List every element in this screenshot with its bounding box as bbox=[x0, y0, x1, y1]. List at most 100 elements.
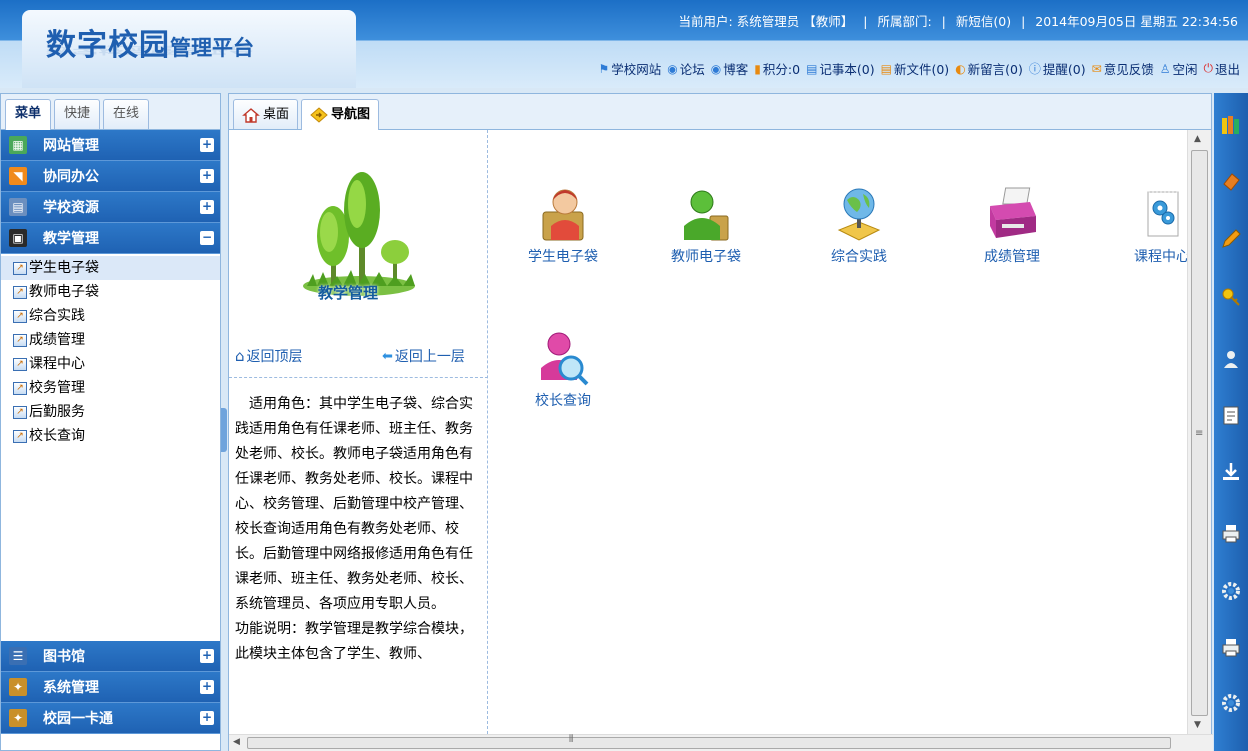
school-site-link[interactable]: ⚑ 学校网站 bbox=[599, 59, 662, 78]
app-practice[interactable]: 综合实践 bbox=[804, 186, 914, 266]
back-to-top-link[interactable]: ⌂ 返回顶层 bbox=[235, 346, 303, 366]
back-up-link[interactable]: ⬅ 返回上一层 bbox=[382, 346, 465, 366]
scroll-up-icon[interactable]: ▲ bbox=[1194, 134, 1201, 144]
resource-icon: ▤ bbox=[9, 198, 27, 216]
expand-icon[interactable]: + bbox=[200, 649, 214, 663]
vertical-scrollbar[interactable]: ▲ ≡ ▼ bbox=[1187, 130, 1211, 734]
submenu-item[interactable]: ↗ 学生电子袋 bbox=[1, 256, 220, 280]
points-icon: ▮ bbox=[754, 61, 761, 76]
trees-illustration bbox=[303, 172, 415, 296]
reminder-link[interactable]: ⓘ 提醒(0) bbox=[1029, 59, 1086, 78]
department-label: 所属部门: bbox=[877, 14, 932, 29]
app-teacher-portfolio[interactable]: 教师电子袋 bbox=[651, 186, 761, 266]
users-icon[interactable] bbox=[1219, 347, 1243, 371]
sms-link[interactable]: 新短信(0) bbox=[956, 14, 1011, 29]
folder-icon: ↗ bbox=[13, 285, 27, 299]
description-function: 功能说明：教学管理是教学综合模块，此模块主体包含了学生、教师、 bbox=[235, 621, 473, 662]
system-icon: ✦ bbox=[9, 678, 27, 696]
right-toolbar bbox=[1214, 93, 1248, 751]
collapse-icon[interactable]: − bbox=[200, 231, 214, 245]
user-search-icon bbox=[541, 332, 589, 386]
module-info-panel: 教学管理 ⌂ 返回顶层 ⬅ 返回上一层 适用角色：其中学生电子袋、综合实践适用角… bbox=[229, 130, 488, 734]
idle-link[interactable]: ♙ 空闲 bbox=[1160, 59, 1198, 78]
submenu-item[interactable]: ↗ 校务管理 bbox=[13, 376, 220, 400]
teaching-icon: ▣ bbox=[9, 229, 27, 247]
notebook-link[interactable]: ▤ 记事本(0) bbox=[806, 59, 875, 78]
books-icon[interactable] bbox=[1219, 113, 1243, 137]
folder-icon: ↗ bbox=[13, 309, 27, 323]
app-student-portfolio[interactable]: 学生电子袋 bbox=[508, 186, 618, 266]
folder-icon: ↗ bbox=[13, 357, 27, 371]
expand-icon[interactable]: + bbox=[200, 711, 214, 725]
menu-teaching-management[interactable]: ▣ 教学管理 − bbox=[1, 223, 220, 254]
key-icon[interactable] bbox=[1219, 285, 1243, 309]
submenu-item[interactable]: ↗ 成绩管理 bbox=[13, 328, 220, 352]
scroll-down-icon[interactable]: ▼ bbox=[1194, 720, 1201, 730]
logout-icon: ⏻ bbox=[1203, 61, 1213, 75]
feedback-link[interactable]: ✉ 意见反馈 bbox=[1092, 59, 1154, 78]
menu-school-resources[interactable]: ▤ 学校资源 + bbox=[1, 192, 220, 223]
expand-icon[interactable]: + bbox=[200, 200, 214, 214]
notepad-icon[interactable] bbox=[1219, 403, 1243, 427]
submenu-item[interactable]: ↗ 综合实践 bbox=[13, 304, 220, 328]
tab-online[interactable]: 在线 bbox=[103, 99, 150, 129]
current-user-label: 当前用户: bbox=[678, 14, 733, 29]
expand-icon[interactable]: + bbox=[200, 138, 214, 152]
submenu-item[interactable]: ↗ 课程中心 bbox=[13, 352, 220, 376]
tab-navigation[interactable]: 导航图 bbox=[301, 99, 380, 130]
app-principal-query[interactable]: 校长查询 bbox=[508, 330, 618, 410]
blog-link[interactable]: ◉ 博客 bbox=[711, 59, 749, 78]
back-arrow-icon: ⬅ bbox=[382, 348, 393, 364]
settings-icon-2[interactable] bbox=[1219, 691, 1243, 715]
menu-website-management[interactable]: ▦ 网站管理 + bbox=[1, 130, 220, 161]
menu-campus-card[interactable]: ✦ 校园一卡通 + bbox=[1, 703, 220, 734]
submenu-item[interactable]: ↗ 后勤服务 bbox=[13, 400, 220, 424]
scroll-left-icon[interactable]: ◀ bbox=[233, 737, 240, 747]
new-file-link[interactable]: ▤ 新文件(0) bbox=[881, 59, 950, 78]
teacher-portfolio-icon bbox=[684, 190, 729, 241]
tab-desktop[interactable]: 桌面 bbox=[233, 99, 299, 129]
module-title: 教学管理 bbox=[318, 284, 379, 302]
pencil-icon[interactable] bbox=[1219, 227, 1243, 251]
blog-icon: ◉ bbox=[710, 61, 722, 76]
student-portfolio-icon bbox=[542, 189, 584, 241]
teaching-submenu: ↗ 学生电子袋 ↗ 教师电子袋 ↗ 综合实践 ↗ 成绩管理 ↗ 课程中心 ↗ 校务管理 ↗ 后… bbox=[1, 254, 220, 641]
app-grades[interactable]: 成绩管理 bbox=[957, 186, 1067, 266]
expand-icon[interactable]: + bbox=[200, 680, 214, 694]
expand-icon[interactable]: + bbox=[200, 169, 214, 183]
home-icon bbox=[242, 107, 260, 123]
current-date: 2014年09月05日 星期五 bbox=[1035, 14, 1178, 29]
scroll-grip-icon: ≡ bbox=[1195, 428, 1204, 439]
school-site-icon: ⚑ bbox=[598, 61, 610, 76]
logout-link[interactable]: ⏻ 退出 bbox=[1203, 59, 1240, 78]
new-message-link[interactable]: ◐ 新留言(0) bbox=[955, 59, 1023, 78]
horizontal-scrollbar[interactable]: ◀ ⫴ bbox=[229, 734, 1213, 751]
menu-collaboration[interactable]: ◥ 协同办公 + bbox=[1, 161, 220, 192]
printer-icon bbox=[990, 187, 1036, 238]
library-icon: ☰ bbox=[9, 647, 27, 665]
folder-icon: ↗ bbox=[13, 381, 27, 395]
eraser-icon[interactable] bbox=[1219, 169, 1243, 193]
scroll-thumb[interactable] bbox=[247, 737, 1171, 749]
logo-reflection: 数字校园管理平台 bbox=[46, 43, 255, 56]
points-link[interactable]: ▮ 积分:0 bbox=[754, 59, 800, 78]
panel-collapse-handle[interactable] bbox=[221, 408, 227, 452]
menu-system-management[interactable]: ✦ 系统管理 + bbox=[1, 672, 220, 703]
document-gear-icon bbox=[1147, 191, 1179, 237]
submenu-item[interactable]: ↗ 校长查询 bbox=[13, 424, 220, 448]
print-icon-2[interactable] bbox=[1219, 635, 1243, 659]
forum-link[interactable]: ◉ 论坛 bbox=[667, 59, 705, 78]
print-icon[interactable] bbox=[1219, 521, 1243, 545]
app-course-center[interactable]: 课程中心 bbox=[1107, 186, 1188, 266]
feedback-icon: ✉ bbox=[1091, 61, 1102, 76]
tab-menu[interactable]: 菜单 bbox=[5, 99, 52, 130]
header-toolbar: ⚑ 学校网站 ◉ 论坛 ◉ 博客 ▮ 积分:0 ▤ 记事本(0) ▤ 新文件(0) ◐ 新留言… bbox=[599, 59, 1241, 78]
tab-shortcut[interactable]: 快捷 bbox=[54, 99, 101, 129]
description-roles: 适用角色：其中学生电子袋、综合实践适用角色有任课老师、班主任、教务处老师、校长。… bbox=[235, 396, 473, 612]
menu-library[interactable]: ☰ 图书馆 + bbox=[1, 641, 220, 672]
download-icon[interactable] bbox=[1219, 459, 1243, 483]
submenu-item[interactable]: ↗ 教师电子袋 bbox=[13, 280, 220, 304]
settings-icon[interactable] bbox=[1219, 579, 1243, 603]
main-panel: 桌面 导航图 教学管理 ⌂ 返回顶层 ⬅ 返回上一层 适用角色：其中学生电子袋、… bbox=[228, 93, 1213, 751]
main-tab-bar: 桌面 导航图 bbox=[229, 94, 1211, 130]
